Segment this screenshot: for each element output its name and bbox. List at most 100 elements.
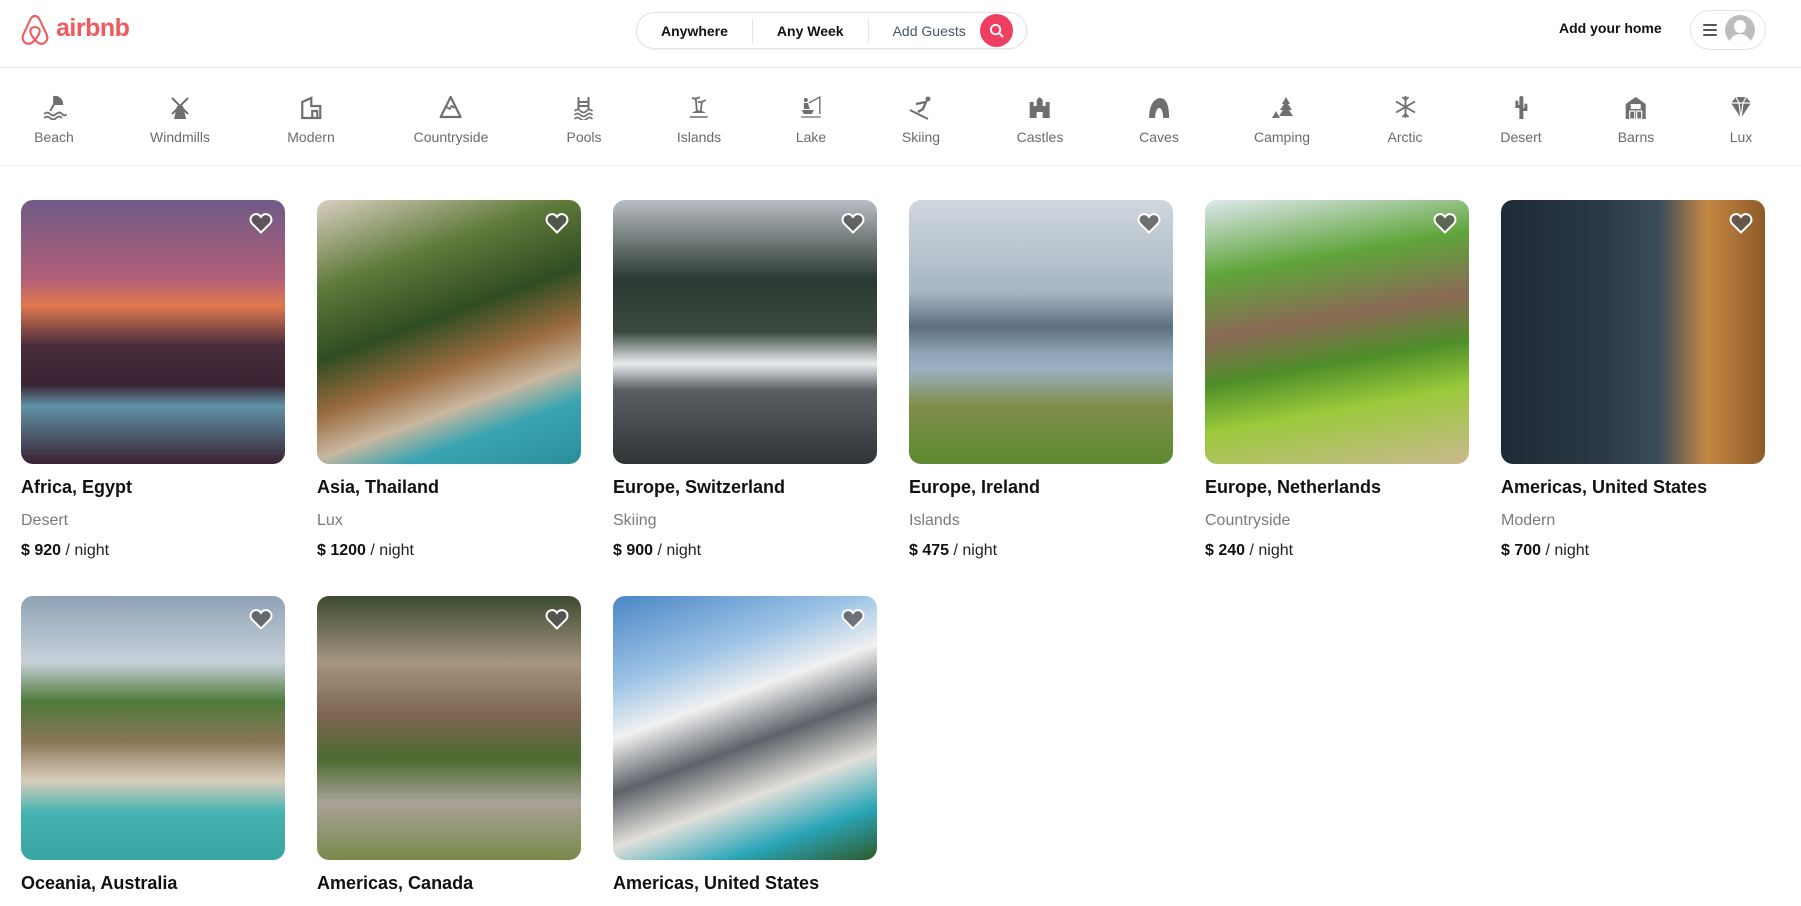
price-amount: 475 [922, 542, 950, 559]
listing-card[interactable]: Europe, Ireland Islands $ 475 / night [909, 200, 1173, 560]
category-castles[interactable]: Castles [1017, 94, 1063, 145]
listing-photo[interactable] [21, 200, 285, 464]
category-label: Islands [676, 129, 722, 145]
listing-card[interactable]: Europe, Switzerland Skiing $ 900 / night [613, 200, 877, 560]
listing-location: Africa, Egypt [21, 477, 133, 497]
listing-location: Americas, Canada [317, 873, 474, 893]
category-beach[interactable]: Beach [34, 94, 74, 145]
heart-icon[interactable] [249, 608, 273, 630]
category-label: Pools [566, 129, 602, 145]
price-unit: / night [1545, 542, 1590, 559]
listing-card[interactable]: Americas, United States Modern $ 700 / nig… [1501, 200, 1765, 560]
listing-card[interactable]: Africa, Egypt Desert $ 920 / night [21, 200, 285, 560]
category-lake[interactable]: Lake [796, 94, 826, 145]
category-label: Desert [1500, 129, 1542, 145]
listing-location: Americas, United States [613, 873, 820, 893]
listing-card[interactable]: Oceania, Australia [21, 596, 285, 894]
pool-ladder-icon [573, 97, 593, 120]
category-islands[interactable]: Islands [677, 94, 721, 145]
skier-icon [909, 96, 931, 120]
price-currency: $ [1501, 542, 1510, 559]
listing-card[interactable]: Americas, United States [613, 596, 877, 894]
airbnb-logo[interactable]: airbnb [20, 13, 130, 47]
heart-icon[interactable] [841, 608, 865, 630]
category-skiing[interactable]: Skiing [902, 94, 940, 145]
price-unit: / night [370, 542, 414, 559]
listing-card[interactable]: Americas, Canada [317, 596, 581, 894]
listing-price: $ 920 / night [21, 542, 285, 560]
listing-category: Islands [909, 512, 960, 529]
price-currency: $ [317, 542, 326, 559]
listing-category: Skiing [613, 512, 657, 529]
listing-photo[interactable] [317, 596, 581, 860]
listing-category: Countryside [1205, 512, 1291, 529]
category-label: Beach [34, 129, 74, 145]
diamond-icon [1731, 96, 1751, 119]
heart-icon[interactable] [249, 212, 273, 234]
price-amount: 1200 [330, 542, 366, 559]
listing-card[interactable]: Asia, Thailand Lux $ 1200 / night [317, 200, 581, 560]
category-label: Modern [287, 129, 335, 145]
windmill-icon [171, 97, 189, 119]
top-header: airbnb Anywhere Any Week Add Guests Add … [0, 0, 1801, 68]
category-barns[interactable]: Barns [1618, 94, 1654, 145]
heart-icon[interactable] [841, 212, 865, 234]
listing-price: $ 475 / night [909, 542, 1173, 560]
category-bar: Beach Windmills Modern Countryside Pools Isla… [0, 68, 1801, 166]
listing-location: Americas, United States [1501, 477, 1708, 497]
search-location-button[interactable]: Anywhere [637, 23, 752, 39]
listing-price: $ 1200 / night [317, 542, 581, 560]
category-modern[interactable]: Modern [287, 94, 335, 145]
avatar [1725, 15, 1755, 45]
category-arctic[interactable]: Arctic [1388, 94, 1423, 145]
price-amount: 900 [626, 542, 654, 559]
category-windmills[interactable]: Windmills [150, 94, 210, 145]
listing-price: $ 240 / night [1205, 542, 1469, 560]
category-pools[interactable]: Pools [566, 94, 602, 145]
price-unit: / night [657, 542, 702, 559]
heart-icon[interactable] [1137, 212, 1161, 234]
price-amount: 700 [1514, 542, 1542, 559]
logo-text: airbnb [56, 14, 130, 42]
listing-location: Oceania, Australia [21, 873, 178, 893]
listing-photo[interactable] [613, 596, 877, 860]
listing-photo[interactable] [21, 596, 285, 860]
category-label: Lux [1729, 129, 1753, 145]
add-your-home-link[interactable]: Add your home [1559, 20, 1662, 36]
cave-icon [1149, 98, 1169, 118]
hamburger-menu-icon [1703, 24, 1717, 36]
listing-photo[interactable] [1205, 200, 1469, 464]
user-menu-button[interactable] [1690, 10, 1766, 50]
category-label: Caves [1139, 129, 1179, 145]
listing-photo[interactable] [1501, 200, 1765, 464]
heart-icon[interactable] [545, 212, 569, 234]
listing-category: Lux [317, 512, 343, 529]
listing-photo[interactable] [317, 200, 581, 464]
category-camping[interactable]: Camping [1254, 94, 1310, 145]
listing-location: Europe, Netherlands [1205, 477, 1382, 497]
search-dates-button[interactable]: Any Week [753, 23, 868, 39]
search-bar[interactable]: Anywhere Any Week Add Guests [636, 12, 1027, 49]
heart-icon[interactable] [1729, 212, 1753, 234]
category-desert[interactable]: Desert [1500, 94, 1542, 145]
modern-house-icon [300, 96, 322, 120]
category-lux[interactable]: Lux [1728, 94, 1754, 145]
mountain-icon [439, 95, 463, 119]
listing-location: Europe, Ireland [909, 477, 1041, 497]
listing-category: Modern [1501, 512, 1556, 529]
price-currency: $ [613, 542, 622, 559]
cactus-icon [1514, 96, 1527, 119]
listing-photo[interactable] [613, 200, 877, 464]
search-button[interactable] [979, 14, 1013, 47]
search-guests-button[interactable]: Add Guests [869, 23, 978, 39]
listing-price: $ 900 / night [613, 542, 877, 560]
price-unit: / night [1249, 542, 1294, 559]
listing-card[interactable]: Europe, Netherlands Countryside $ 240 / ni… [1205, 200, 1469, 560]
castle-icon [1030, 97, 1050, 118]
category-caves[interactable]: Caves [1139, 94, 1179, 145]
heart-icon[interactable] [1433, 212, 1457, 234]
listing-photo[interactable] [909, 200, 1173, 464]
category-countryside[interactable]: Countryside [413, 94, 489, 145]
category-label: Countryside [413, 129, 489, 145]
heart-icon[interactable] [545, 608, 569, 630]
